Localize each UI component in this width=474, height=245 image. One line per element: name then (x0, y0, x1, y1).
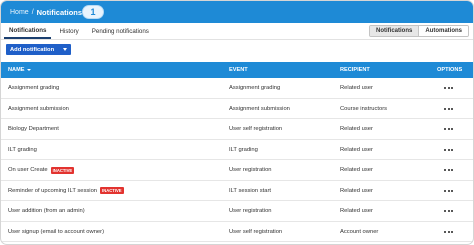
more-options-icon[interactable] (444, 169, 454, 171)
row-name: User addition (from an admin) (8, 201, 85, 221)
breadcrumb-separator: / (31, 8, 34, 16)
row-name: Reminder of upcoming ILT session INACTIV… (8, 181, 124, 201)
table-row[interactable]: Assignment submission Assignment submiss… (1, 99, 473, 119)
app-frame: Home / Notifications 1 Notifications His… (0, 0, 474, 245)
row-event: User self registration (229, 126, 283, 132)
table-row[interactable]: User signup (email to account owner) Use… (1, 222, 473, 242)
column-header-name[interactable]: NAME (8, 62, 32, 78)
notifications-table-body: Assignment grading Assignment grading Re… (1, 78, 473, 242)
step-marker: 1 (82, 5, 104, 19)
breadcrumb-home[interactable]: Home (10, 9, 29, 16)
row-recipient: Related user (340, 167, 373, 173)
tab-notifications[interactable]: Notifications (4, 27, 52, 39)
breadcrumb: Home / Notifications (10, 8, 82, 17)
row-event: User registration (229, 208, 272, 214)
row-recipient: Related user (340, 85, 373, 91)
row-name: Assignment grading (8, 78, 59, 98)
row-name: Assignment submission (8, 99, 69, 119)
row-name-text: Assignment submission (8, 105, 69, 112)
row-name-text: User addition (from an admin) (8, 208, 85, 214)
row-options-button[interactable] (444, 140, 454, 160)
table-row[interactable]: Reminder of upcoming ILT session INACTIV… (1, 181, 473, 201)
row-name: Biology Department (8, 119, 59, 139)
chevron-down-icon (63, 48, 67, 51)
row-name-text: Biology Department (8, 126, 59, 132)
row-event: ILT session start (229, 187, 271, 194)
row-name-text: Assignment grading (8, 85, 60, 91)
row-options-button[interactable] (444, 201, 454, 221)
table-row[interactable]: Assignment grading Assignment grading Re… (1, 78, 473, 99)
table-row[interactable]: On user Create INACTIVE User registratio… (1, 160, 473, 181)
add-notification-button[interactable]: Add notification (6, 44, 71, 55)
row-recipient: Course instructors (340, 105, 388, 112)
row-name: On user Create INACTIVE (8, 160, 75, 180)
row-name: User signup (email to account owner) (8, 222, 104, 242)
more-options-icon[interactable] (444, 189, 454, 192)
sort-down-icon (27, 69, 32, 71)
row-recipient: Related user (340, 208, 373, 214)
row-recipient: Related user (340, 146, 373, 153)
tab-history[interactable]: History (54, 28, 83, 39)
table-row[interactable]: Biology Department User self registratio… (1, 119, 473, 140)
more-options-icon[interactable] (444, 87, 454, 89)
inactive-badge: INACTIVE (50, 166, 75, 174)
row-event: ILT grading (229, 146, 258, 153)
row-name-text: On user Create (8, 167, 48, 173)
row-options-button[interactable] (444, 222, 454, 242)
row-options-button[interactable] (444, 78, 454, 98)
add-notification-label: Add notification (10, 46, 55, 53)
row-event: Assignment submission (229, 105, 290, 112)
row-recipient: Account owner (340, 228, 379, 235)
automations-toggle-button[interactable]: Automations (419, 26, 468, 36)
column-header-recipient: RECIPIENT (340, 67, 370, 73)
table-row[interactable]: User addition (from an admin) User regis… (1, 201, 473, 222)
table-row[interactable]: ILT grading ILT grading Related user (1, 140, 473, 160)
more-options-icon[interactable] (444, 210, 454, 212)
row-recipient: Related user (340, 187, 373, 194)
tab-pending-notifications[interactable]: Pending notifications (87, 28, 154, 39)
more-options-icon[interactable] (444, 148, 454, 151)
view-toggle: Notifications Automations (368, 25, 469, 37)
row-name-text: ILT grading (8, 146, 37, 153)
table-header: NAME EVENT RECIPIENT OPTIONS (1, 62, 473, 78)
column-header-event: EVENT (229, 67, 248, 73)
row-options-button[interactable] (444, 160, 454, 180)
row-event: Assignment grading (229, 85, 281, 91)
row-options-button[interactable] (444, 119, 454, 139)
inactive-badge: INACTIVE (100, 187, 124, 194)
more-options-icon[interactable] (444, 128, 454, 130)
top-bar: Home / Notifications 1 (1, 1, 473, 23)
more-options-icon[interactable] (444, 230, 454, 233)
row-name-text: User signup (email to account owner) (8, 228, 105, 235)
row-options-button[interactable] (444, 181, 454, 201)
column-header-name-label: NAME (8, 67, 25, 73)
row-event: User registration (229, 167, 272, 173)
page-title: Notifications (36, 7, 83, 17)
row-options-button[interactable] (444, 99, 454, 119)
row-name: ILT grading (8, 140, 37, 160)
row-name-text: Reminder of upcoming ILT session (8, 187, 98, 194)
row-recipient: Related user (340, 126, 373, 132)
more-options-icon[interactable] (444, 107, 454, 110)
notifications-toggle-button[interactable]: Notifications (369, 26, 420, 36)
row-event: User self registration (229, 228, 283, 235)
column-header-options: OPTIONS (437, 67, 463, 73)
